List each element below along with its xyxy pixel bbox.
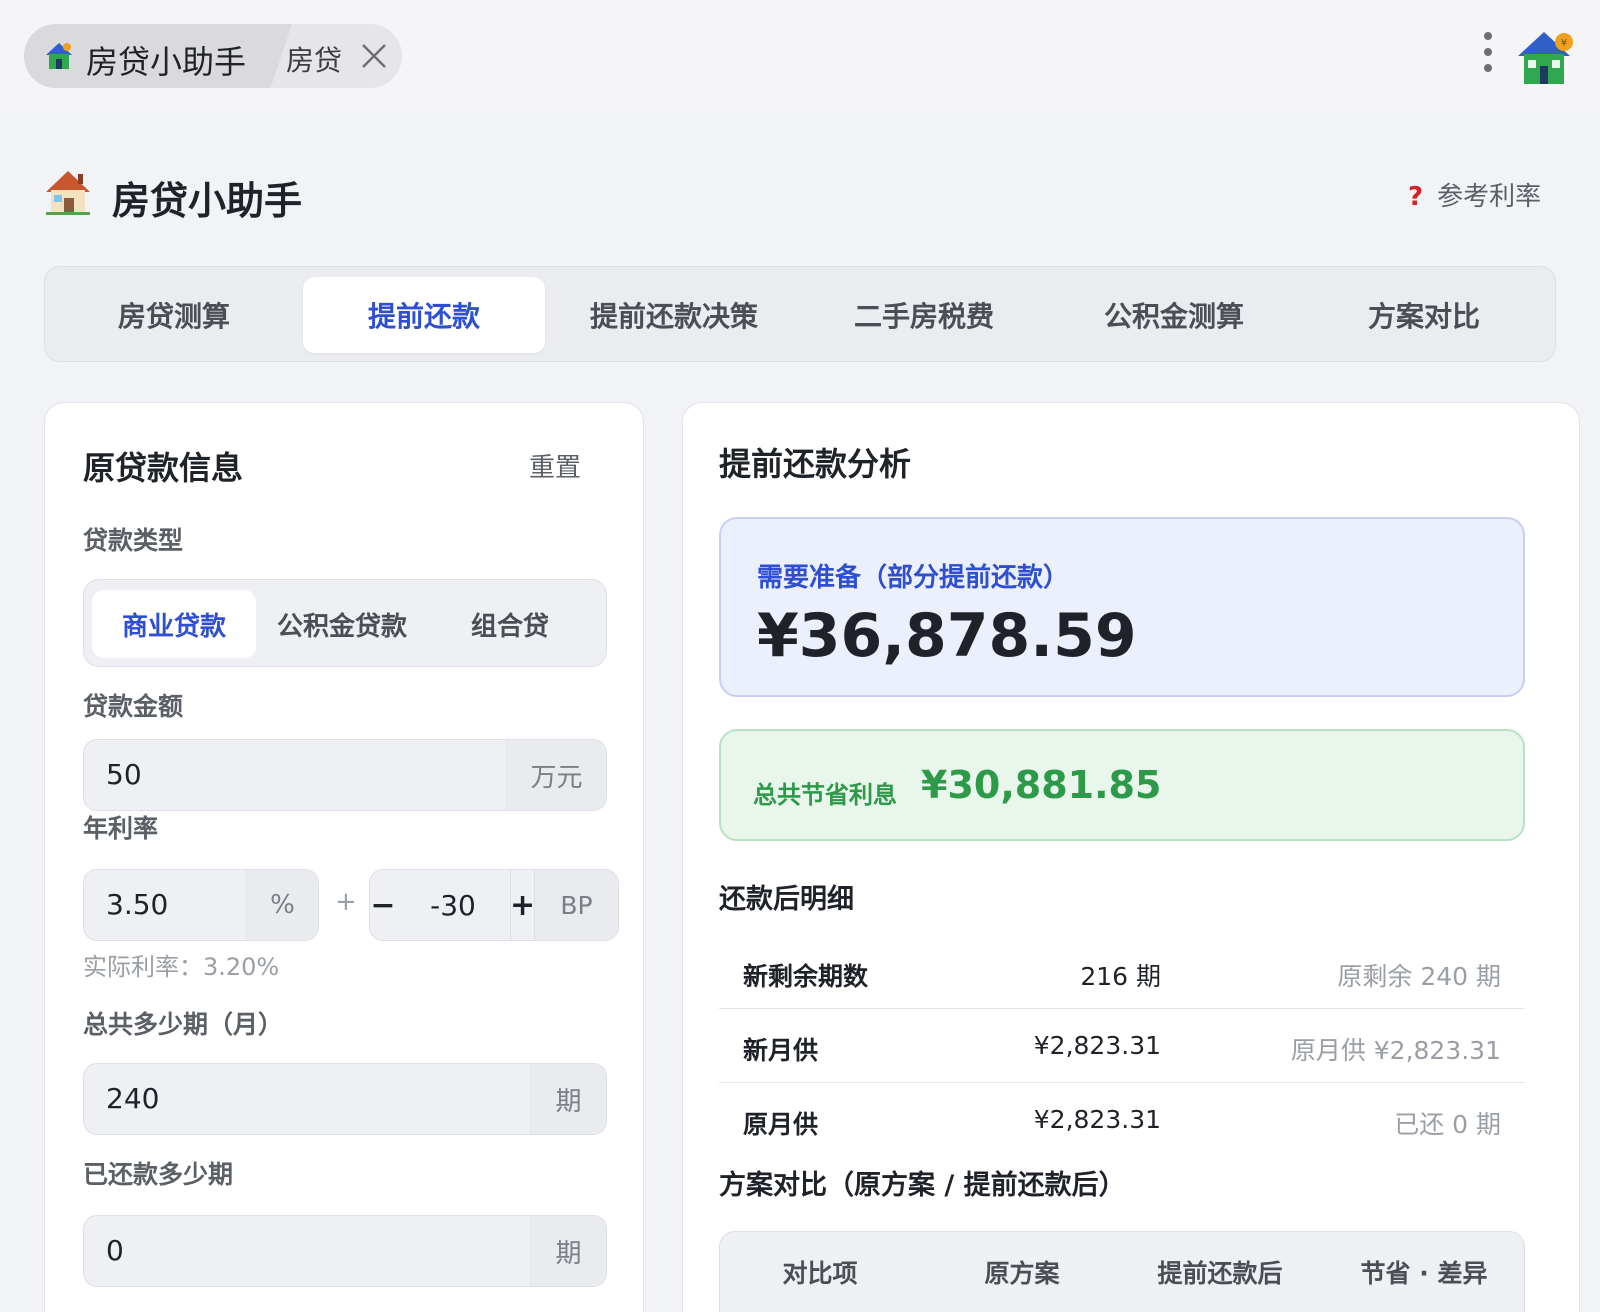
bp-decrement-button[interactable]: − (370, 870, 396, 940)
detail-value: ¥2,823.31 (1033, 1031, 1161, 1060)
detail-row: 新月供 ¥2,823.31 原月供 ¥2,823.31 (719, 1011, 1525, 1083)
loan-info-card: 原贷款信息 重置 贷款类型 商业贷款 公积金贷款 组合贷 贷款金额 50 万元 … (44, 402, 644, 1312)
prepayment-analysis-card: 提前还款分析 需要准备（部分提前还款） ¥36,878.59 总共节省利息 ¥3… (682, 402, 1580, 1312)
detail-note: 原剩余 240 期 (1337, 962, 1501, 991)
compare-column-header: 原方案 (984, 1259, 1060, 1288)
paid-periods-value: 0 (106, 1234, 124, 1267)
paid-periods-field[interactable]: 0 期 (83, 1215, 607, 1287)
loan-amount-unit: 万元 (506, 740, 606, 810)
reference-rate-link[interactable]: ? 参考利率 (1408, 176, 1541, 213)
detail-title: 还款后明细 (719, 884, 854, 915)
detail-row: 原月供 ¥2,823.31 已还 0 期 (719, 1085, 1525, 1157)
analysis-title: 提前还款分析 (719, 445, 912, 483)
compare-title: 方案对比（原方案 / 提前还款后） (719, 1170, 1126, 1201)
annual-rate-field[interactable]: 3.50 % (83, 869, 319, 941)
annual-rate-value: 3.50 (106, 888, 169, 921)
compare-column-header: 提前还款后 (1157, 1259, 1283, 1288)
loan-amount-label: 贷款金额 (83, 692, 184, 721)
feature-tabs: 房贷测算 提前还款 提前还款决策 二手房税费 公积金测算 方案对比 (44, 266, 1556, 362)
tab-plan-compare[interactable]: 方案对比 (1303, 277, 1545, 353)
loan-type-selector: 商业贷款 公积金贷款 组合贷 (83, 579, 607, 667)
bp-stepper: − -30 + BP (369, 869, 619, 941)
compare-table-header: 对比项 原方案 提前还款后 节省 · 差异 (719, 1231, 1525, 1312)
bp-unit: BP (534, 870, 618, 940)
tab-app-title[interactable]: 房贷小助手 (86, 37, 246, 83)
actual-rate-hint: 实际利率：3.20% (83, 953, 280, 981)
tab-prepayment[interactable]: 提前还款 (303, 277, 545, 353)
tab-second-hand-tax[interactable]: 二手房税费 (803, 277, 1045, 353)
paid-periods-label: 已还款多少期 (83, 1160, 234, 1189)
interest-saved-label: 总共节省利息 (753, 781, 897, 809)
detail-value: 216 期 (1080, 962, 1161, 991)
detail-name: 新月供 (743, 1036, 819, 1065)
question-icon: ? (1408, 182, 1424, 212)
loan-info-title: 原贷款信息 (83, 449, 244, 487)
total-periods-field[interactable]: 240 期 (83, 1063, 607, 1135)
house-emoji-icon (46, 171, 90, 215)
browser-tab-bar: 房贷小助手 房贷 ¥ (0, 0, 1600, 112)
plus-sign: + (335, 887, 357, 917)
total-periods-value: 240 (106, 1082, 160, 1115)
reset-button[interactable]: 重置 (529, 447, 581, 484)
detail-note: 原月供 ¥2,823.31 (1290, 1036, 1501, 1065)
loan-amount-field[interactable]: 50 万元 (83, 739, 607, 811)
detail-name: 原月供 (743, 1110, 819, 1139)
annual-rate-unit: % (246, 870, 318, 940)
svg-text:¥: ¥ (1561, 38, 1567, 49)
compare-column-header: 节省 · 差异 (1360, 1259, 1488, 1288)
house-icon (46, 43, 72, 69)
loan-type-provident[interactable]: 公积金贷款 (260, 590, 424, 658)
tab-mortgage[interactable]: 房贷 (286, 39, 342, 79)
page-title: 房贷小助手 (112, 179, 303, 223)
interest-saved-panel: 总共节省利息 ¥30,881.85 (719, 729, 1525, 841)
house-icon[interactable]: ¥ (1516, 30, 1576, 86)
total-periods-label: 总共多少期（月） (83, 1010, 284, 1039)
bp-value-input[interactable]: -30 (396, 870, 510, 940)
tab-provident-fund[interactable]: 公积金测算 (1053, 277, 1295, 353)
loan-type-label: 贷款类型 (83, 526, 184, 555)
detail-name: 新剩余期数 (743, 962, 869, 991)
kebab-menu-icon[interactable] (1480, 32, 1496, 78)
close-icon[interactable] (358, 40, 390, 72)
tab-mortgage-calc[interactable]: 房贷测算 (53, 277, 295, 353)
loan-amount-value: 50 (106, 758, 142, 791)
tab-prepayment-decision[interactable]: 提前还款决策 (553, 277, 795, 353)
tab-group: 房贷小助手 房贷 (24, 24, 402, 88)
interest-saved-value: ¥30,881.85 (921, 763, 1162, 807)
required-amount-value: ¥36,878.59 (757, 601, 1137, 671)
detail-value: ¥2,823.31 (1033, 1105, 1161, 1134)
total-periods-unit: 期 (530, 1064, 606, 1134)
required-amount-panel: 需要准备（部分提前还款） ¥36,878.59 (719, 517, 1525, 697)
bp-increment-button[interactable]: + (510, 870, 535, 940)
loan-type-combined[interactable]: 组合贷 (428, 590, 592, 658)
reference-rate-label: 参考利率 (1437, 182, 1542, 212)
paid-periods-unit: 期 (530, 1216, 606, 1286)
detail-note: 已还 0 期 (1394, 1110, 1501, 1139)
detail-row: 新剩余期数 216 期 原剩余 240 期 (719, 937, 1525, 1009)
compare-column-header: 对比项 (782, 1259, 858, 1288)
loan-type-commercial[interactable]: 商业贷款 (92, 590, 256, 658)
annual-rate-label: 年利率 (83, 814, 159, 843)
required-amount-label: 需要准备（部分提前还款） (757, 563, 1070, 593)
